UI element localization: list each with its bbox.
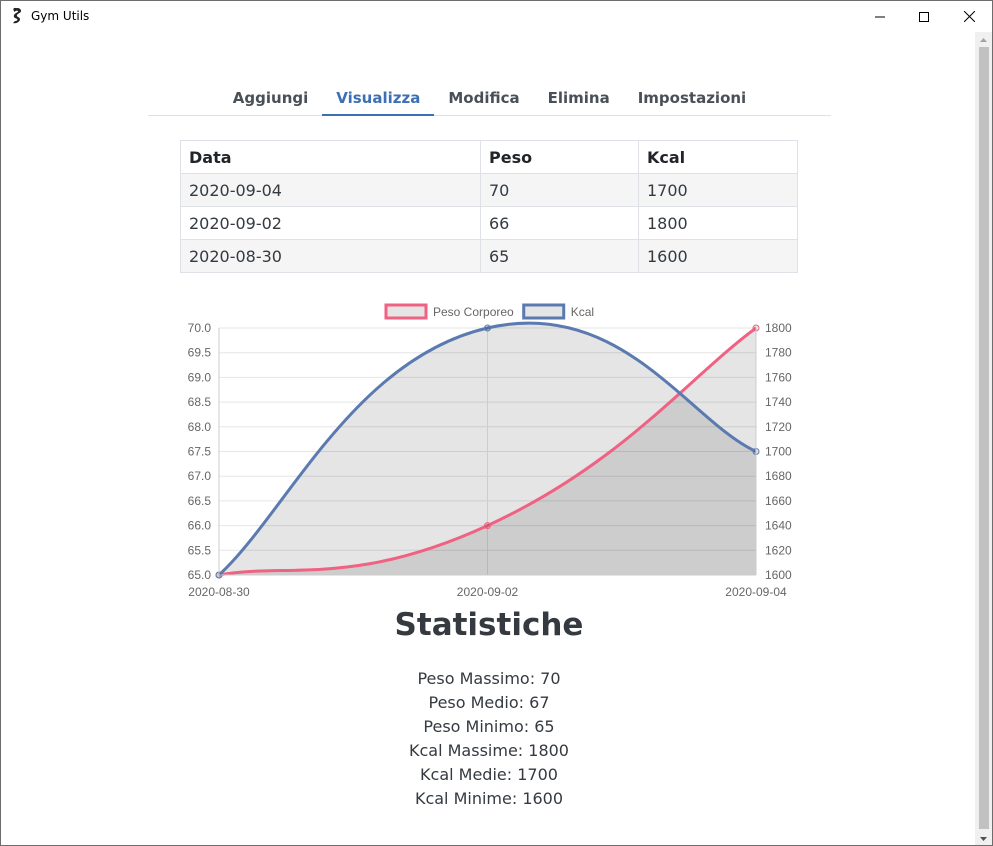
y-left-tick-label: 67.0 [188, 469, 212, 483]
cell-kcal: 1700 [638, 173, 798, 207]
x-tick-label: 2020-09-04 [725, 585, 787, 599]
table-row: 2020-09-04 70 1700 [180, 173, 798, 207]
entries-table: Data Peso Kcal 2020-09-04 70 1700 2020-0… [180, 140, 798, 273]
vertical-scrollbar[interactable] [975, 32, 992, 845]
table-row: 2020-09-02 66 1800 [180, 206, 798, 240]
chevron-up-icon [980, 37, 987, 42]
y-right-tick-label: 1740 [765, 395, 792, 409]
chevron-down-icon [980, 836, 987, 841]
y-left-tick-label: 68.5 [188, 395, 212, 409]
table-header-row: Data Peso Kcal [180, 140, 798, 174]
cell-data: 2020-09-02 [180, 206, 481, 240]
y-right-tick-label: 1660 [765, 494, 792, 508]
legend-swatch [522, 303, 566, 320]
close-icon [963, 11, 975, 22]
y-right-tick-label: 1600 [765, 568, 792, 582]
tab-impostazioni[interactable]: Impostazioni [624, 81, 760, 116]
cell-data: 2020-08-30 [180, 239, 481, 273]
y-right-tick-label: 1700 [765, 445, 792, 459]
y-left-tick-label: 69.0 [188, 370, 212, 384]
data-point [484, 522, 491, 530]
cell-kcal: 1800 [638, 206, 798, 240]
weight-kcal-chart: 70.0 69.5 69.0 68.5 68.0 67.5 67.0 66.5 66.0 65.5… [188, 303, 792, 599]
y-left-tick-label: 66.0 [188, 519, 212, 533]
header-peso: Peso [480, 140, 639, 174]
stats-title: Statistiche [394, 607, 584, 643]
legend-label: Peso Corporeo [433, 305, 514, 319]
tab-elimina[interactable]: Elimina [534, 81, 624, 116]
legend-label: Kcal [571, 305, 594, 319]
y-left-tick-label: 66.5 [188, 494, 212, 508]
y-right-tick-label: 1780 [765, 346, 792, 360]
stat-kcal-minime: Kcal Minime: 1600 [414, 789, 564, 808]
stat-kcal-medie: Kcal Medie: 1700 [420, 765, 558, 784]
scrollbar-thumb[interactable] [979, 47, 989, 829]
cell-peso: 65 [480, 239, 639, 273]
scroll-down-button[interactable] [975, 831, 992, 845]
y-right-tick-label: 1640 [765, 519, 792, 533]
minimize-button[interactable] [857, 1, 903, 32]
y-right-tick-label: 1620 [765, 543, 792, 557]
cell-peso: 70 [480, 173, 639, 207]
close-button[interactable] [946, 1, 992, 32]
tab-aggiungi[interactable]: Aggiungi [219, 81, 322, 116]
y-right-tick-label: 1680 [765, 469, 792, 483]
stat-kcal-massime: Kcal Massime: 1800 [409, 741, 569, 760]
y-left-tick-label: 65.5 [188, 543, 212, 557]
cell-peso: 66 [480, 206, 639, 240]
y-right-tick-label: 1800 [765, 321, 792, 335]
y-left-tick-label: 65.0 [188, 568, 212, 582]
maximize-icon [919, 11, 929, 22]
minimize-icon [875, 16, 885, 17]
tab-modifica[interactable]: Modifica [434, 81, 533, 116]
app-logo-icon [10, 7, 26, 25]
y-right-tick-label: 1760 [765, 370, 792, 384]
x-tick-label: 2020-08-30 [188, 585, 250, 599]
y-left-tick-label: 68.0 [188, 420, 212, 434]
y-left-tick-label: 69.5 [188, 346, 212, 360]
x-tick-label: 2020-09-02 [457, 585, 519, 599]
scroll-up-button[interactable] [975, 32, 992, 47]
header-data: Data [180, 140, 481, 174]
cell-kcal: 1600 [638, 239, 798, 273]
stats-list: Peso Massimo: 70 Peso Medio: 67 Peso Min… [1, 667, 977, 811]
maximize-button[interactable] [901, 1, 947, 32]
legend-swatch [384, 303, 428, 320]
stat-peso-medio: Peso Medio: 67 [428, 693, 550, 712]
table-row: 2020-08-30 65 1600 [180, 239, 798, 273]
y-left-tick-label: 67.5 [188, 445, 212, 459]
y-left-tick-label: 70.0 [188, 321, 212, 335]
y-right-tick-label: 1720 [765, 420, 792, 434]
window-title: Gym Utils [31, 9, 90, 23]
data-point [484, 324, 491, 332]
cell-data: 2020-09-04 [180, 173, 481, 207]
tab-visualizza[interactable]: Visualizza [322, 81, 435, 116]
header-kcal: Kcal [638, 140, 798, 174]
app-window: Gym Utils Aggiungi Visualizza Modifica E… [0, 0, 993, 846]
stat-peso-massimo: Peso Massimo: 70 [417, 669, 561, 688]
title-bar: Gym Utils [1, 1, 992, 32]
stat-peso-minimo: Peso Minimo: 65 [423, 717, 555, 736]
nav-tabs: Aggiungi Visualizza Modifica Elimina Imp… [148, 81, 831, 116]
